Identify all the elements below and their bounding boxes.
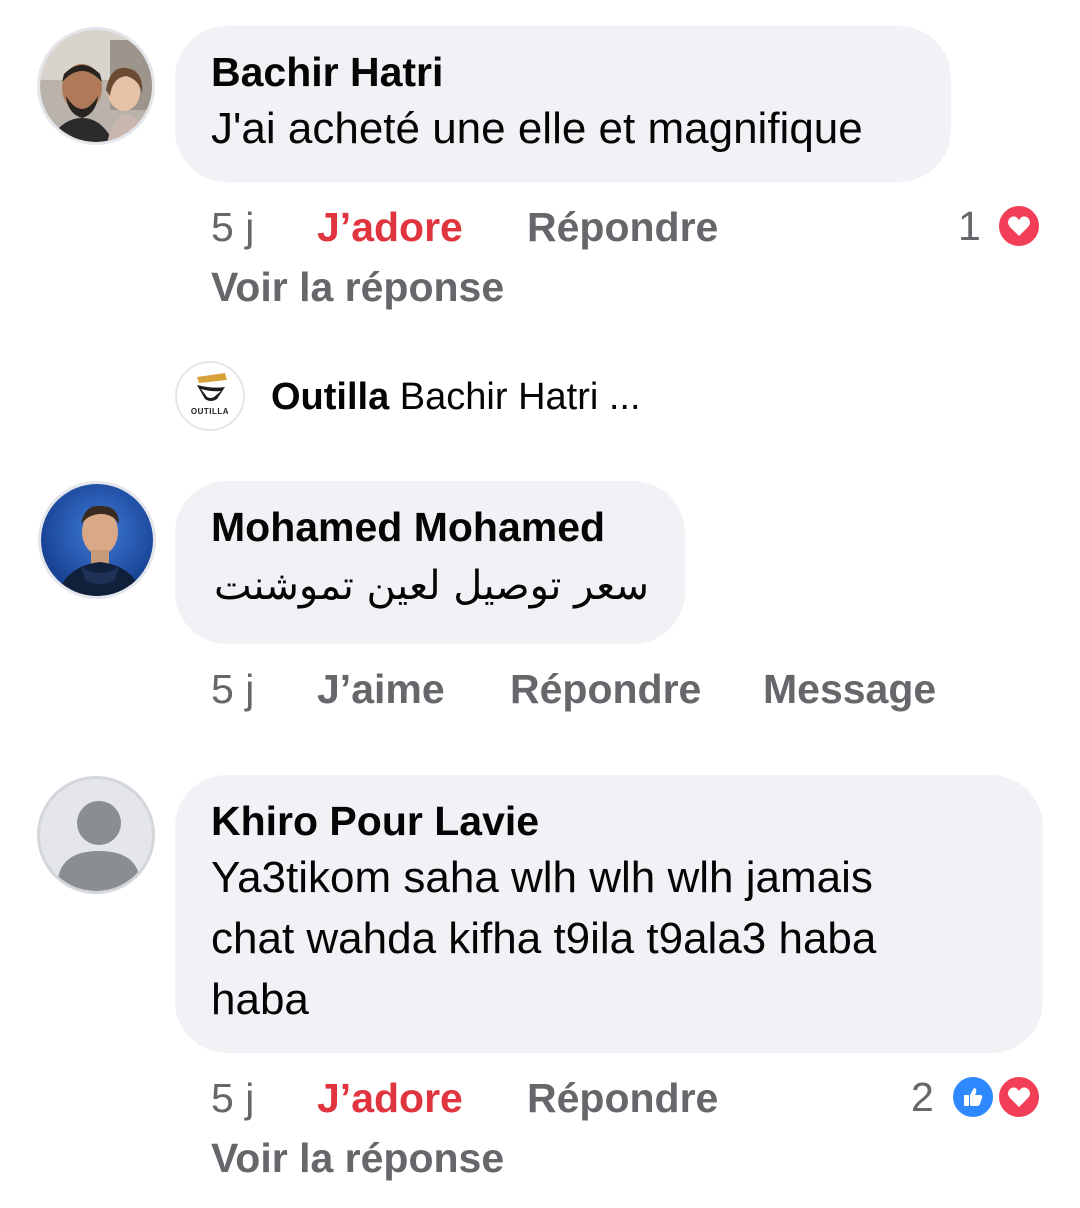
comment-text-line: Ya3tikom saha wlh wlh wlh jamais (211, 853, 873, 902)
message-button[interactable]: Message (763, 664, 936, 714)
outilla-logo-text: OUTILLA (190, 407, 230, 416)
default-user-icon (58, 801, 140, 891)
avatar-khiro-pour-lavie[interactable] (37, 776, 155, 894)
comment-author[interactable]: Mohamed Mohamed (211, 501, 649, 553)
profile-photo (40, 30, 152, 142)
reply-snippet: Bachir Hatri ... (399, 376, 641, 418)
comment-timestamp[interactable]: 5 j (211, 664, 254, 714)
comment-text-line: haba (211, 975, 309, 1024)
comment-bubble-3[interactable]: Khiro Pour Lavie Ya3tikom saha wlh wlh w… (175, 775, 1043, 1053)
comment-timestamp[interactable]: 5 j (211, 1073, 254, 1123)
reaction-count[interactable]: 1 (958, 201, 981, 251)
avatar-outilla[interactable]: OUTILLA (175, 361, 245, 431)
comment-timestamp[interactable]: 5 j (211, 202, 254, 252)
comment-author[interactable]: Khiro Pour Lavie (211, 795, 1007, 847)
comment-text-line: chat wahda kifha t9ila t9ala3 haba (211, 914, 877, 963)
comment-bubble-2[interactable]: Mohamed Mohamed سعر توصيل لعين تموشنت (175, 481, 685, 644)
like-icon[interactable] (950, 1074, 996, 1120)
comment-text: سعر توصيل لعين تموشنت (214, 563, 649, 609)
comment-text: J'ai acheté une elle et magnifique (211, 104, 863, 153)
love-icon[interactable] (996, 1074, 1042, 1120)
avatar-mohamed-mohamed[interactable] (38, 481, 156, 599)
view-reply-link[interactable]: Voir la réponse (211, 262, 504, 312)
reply-button[interactable]: Répondre (527, 202, 718, 252)
like-button[interactable]: J’adore (317, 1073, 463, 1123)
like-button[interactable]: J’adore (317, 202, 463, 252)
reaction-count[interactable]: 2 (911, 1072, 934, 1122)
reply-button[interactable]: Répondre (527, 1073, 718, 1123)
view-reply-link[interactable]: Voir la réponse (211, 1133, 504, 1183)
love-icon[interactable] (996, 203, 1042, 249)
profile-photo (41, 484, 153, 596)
reply-button[interactable]: Répondre (510, 664, 701, 714)
comment-bubble-1[interactable]: Bachir Hatri J'ai acheté une elle et mag… (175, 26, 951, 182)
reply-preview[interactable]: Outilla Bachir Hatri ... (271, 374, 641, 420)
avatar-bachir-hatri[interactable] (37, 27, 155, 145)
like-button[interactable]: J’aime (317, 664, 445, 714)
comment-author[interactable]: Bachir Hatri (211, 46, 915, 98)
reply-author[interactable]: Outilla (271, 376, 389, 418)
outilla-logo (197, 373, 227, 401)
